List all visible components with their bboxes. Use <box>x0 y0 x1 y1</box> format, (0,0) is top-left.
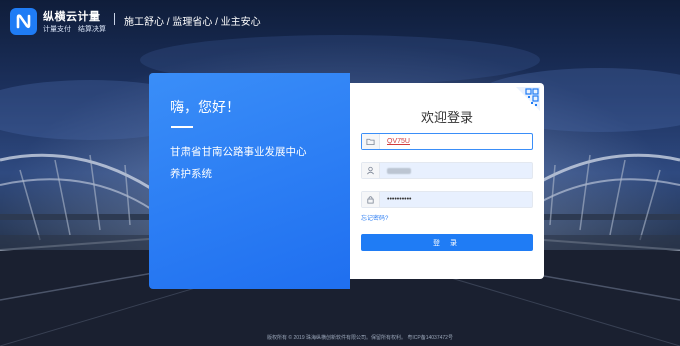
forgot-password-link[interactable]: 忘记密码? <box>361 213 388 222</box>
username-input[interactable] <box>387 163 527 178</box>
organization-field[interactable] <box>361 133 533 150</box>
brand-tag-payment: 计量支付 <box>43 26 71 33</box>
login-button[interactable]: 登 录 <box>361 234 533 251</box>
welcome-panel: 嗨，您好！ 甘肃省甘南公路事业发展中心 养护系统 <box>149 73 350 289</box>
greeting-text: 嗨，您好！ <box>170 99 240 115</box>
organization-name: 甘肃省甘南公路事业发展中心 <box>170 146 307 158</box>
password-input[interactable] <box>387 192 527 207</box>
brand-tags: 计量支付 结算决算 <box>43 24 106 34</box>
header-slogan: 施工舒心 / 监理省心 / 业主安心 <box>124 17 261 28</box>
brand-tag-settlement: 结算决算 <box>77 26 106 33</box>
copyright-footer: 版权所有 © 2019 珠海纵横创新软件有限公司。保留所有权利。 粤ICP备14… <box>267 335 453 341</box>
header-divider <box>114 13 115 25</box>
organization-input[interactable] <box>387 134 527 149</box>
system-name: 养护系统 <box>170 168 212 180</box>
top-header: 纵横云计量 计量支付 结算决算 施工舒心 / 监理省心 / 业主安心 <box>0 0 680 40</box>
login-card: 欢迎登录 忘记密码? 登 录 <box>350 83 544 279</box>
brand-name: 纵横云计量 <box>43 11 101 23</box>
lock-icon <box>362 192 380 207</box>
folder-icon <box>362 134 380 149</box>
login-title: 欢迎登录 <box>420 110 473 125</box>
greeting-underline <box>171 126 193 128</box>
zongheng-logo-icon[interactable] <box>10 8 37 35</box>
user-icon <box>362 163 380 178</box>
username-field[interactable] <box>361 162 533 179</box>
password-field[interactable] <box>361 191 533 208</box>
